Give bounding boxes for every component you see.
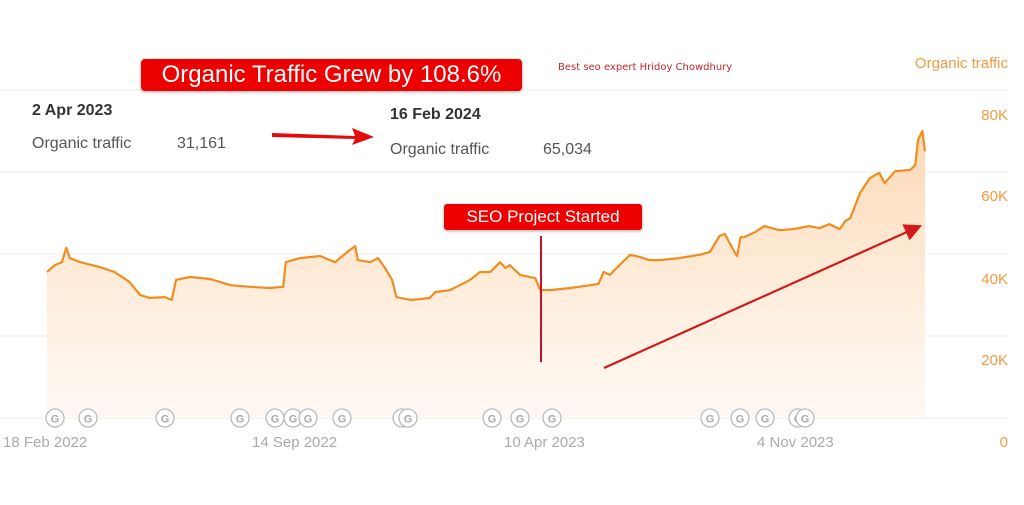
svg-text:G: G: [84, 414, 93, 426]
google-update-icon[interactable]: G: [398, 408, 418, 428]
google-update-icon[interactable]: G: [542, 408, 562, 428]
traffic-area: [47, 131, 925, 418]
svg-text:G: G: [801, 414, 810, 426]
google-update-icon[interactable]: G: [78, 408, 98, 428]
google-update-icon[interactable]: G: [730, 408, 750, 428]
svg-text:G: G: [271, 414, 280, 426]
svg-text:G: G: [761, 414, 770, 426]
google-update-icon[interactable]: G: [155, 408, 175, 428]
x-tick-label: 14 Sep 2022: [252, 434, 338, 451]
google-update-icon[interactable]: G: [700, 408, 720, 428]
svg-text:G: G: [236, 414, 245, 426]
svg-text:G: G: [338, 414, 347, 426]
google-update-icon[interactable]: G: [795, 408, 815, 428]
svg-text:G: G: [488, 414, 497, 426]
svg-text:G: G: [304, 414, 313, 426]
comparison-arrow: [272, 128, 374, 145]
x-tick-label: 4 Nov 2023: [757, 434, 834, 451]
google-update-icon[interactable]: G: [755, 408, 775, 428]
google-update-icon[interactable]: G: [298, 408, 318, 428]
y-tick-label: 0: [999, 434, 1008, 451]
y-tick-label: 60K: [981, 188, 1008, 205]
svg-text:G: G: [516, 414, 525, 426]
start-label: Organic traffic: [32, 135, 132, 152]
google-update-icon[interactable]: G: [230, 408, 250, 428]
svg-text:G: G: [51, 414, 60, 426]
credit-text: Best seo expert Hridoy Chowdhury: [558, 62, 733, 73]
end-date: 16 Feb 2024: [390, 106, 481, 123]
x-tick-label: 10 Apr 2023: [504, 434, 585, 451]
google-update-icon[interactable]: G: [482, 408, 502, 428]
series-name-label: Organic traffic: [914, 55, 1008, 72]
y-tick-label: 20K: [981, 352, 1008, 369]
end-value: 65,034: [543, 141, 592, 158]
svg-text:G: G: [404, 414, 413, 426]
seo-project-started-badge: SEO Project Started: [444, 204, 642, 230]
y-tick-label: 80K: [981, 107, 1008, 124]
x-tick-label: 18 Feb 2022: [3, 434, 88, 451]
google-update-icon[interactable]: G: [265, 408, 285, 428]
svg-text:G: G: [548, 414, 557, 426]
svg-text:G: G: [161, 414, 170, 426]
google-update-icon[interactable]: G: [45, 408, 65, 428]
svg-text:G: G: [736, 414, 745, 426]
svg-text:G: G: [706, 414, 715, 426]
google-update-icon[interactable]: G: [510, 408, 530, 428]
start-value: 31,161: [177, 135, 226, 152]
y-tick-label: 40K: [981, 271, 1008, 288]
headline-badge: Organic Traffic Grew by 108.6%: [141, 59, 522, 91]
end-label: Organic traffic: [390, 141, 490, 158]
google-update-icon[interactable]: G: [332, 408, 352, 428]
start-date: 2 Apr 2023: [32, 102, 113, 119]
svg-text:G: G: [289, 414, 298, 426]
